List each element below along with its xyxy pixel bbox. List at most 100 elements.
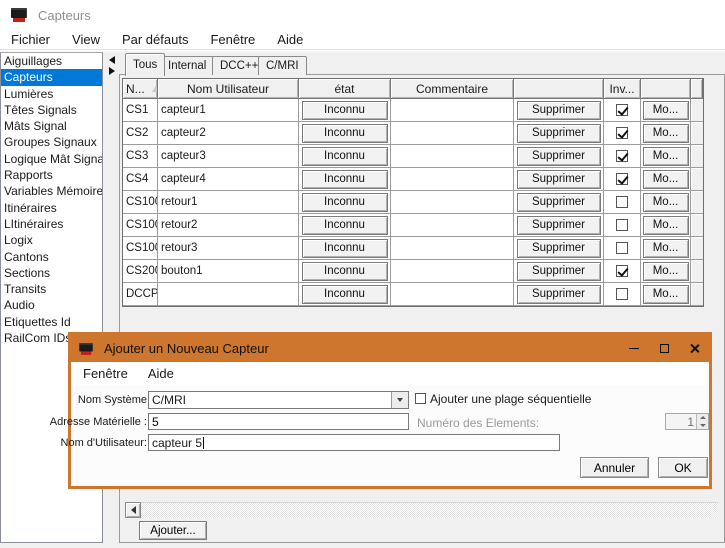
tab-tous[interactable]: Tous [125,53,165,76]
user-name-cell[interactable]: capteur2 [158,122,299,145]
sidebar-item-aiguillages[interactable]: Aiguillages [1,53,102,69]
user-name-cell[interactable]: retour3 [158,237,299,260]
col-header-state[interactable]: état [299,79,391,99]
collapse-left-icon[interactable] [109,56,115,64]
sidebar-item-cantons[interactable]: Cantons [1,249,102,265]
comment-cell[interactable] [391,214,514,237]
sidebar-item-rapports[interactable]: Rapports [1,167,102,183]
user-name-cell[interactable]: retour2 [158,214,299,237]
system-name-cell[interactable]: CS1 [123,99,158,122]
cancel-button[interactable]: Annuler [580,457,649,478]
dialog-maximize-button[interactable] [649,335,679,362]
edit-button[interactable]: Mo... [643,170,689,189]
dialog-menu-fenetre[interactable]: Fenêtre [71,364,138,383]
edit-button[interactable]: Mo... [643,262,689,281]
system-name-cell[interactable]: CS2001 [123,260,158,283]
number-of-elements-spinner[interactable]: 1 [665,413,709,430]
comment-cell[interactable] [391,122,514,145]
sidebar-item-tetes-signals[interactable]: Têtes Signals [1,102,102,118]
sidebar-item-groupes-signaux[interactable]: Groupes Signaux [1,134,102,150]
dialog-close-button[interactable] [679,335,709,362]
user-name-input[interactable]: capteur 5 [148,434,560,451]
comment-cell[interactable] [391,260,514,283]
scroll-left-button[interactable] [125,502,141,518]
edit-button[interactable]: Mo... [643,285,689,304]
inverted-checkbox[interactable] [616,219,628,231]
sidebar-item-audio[interactable]: Audio [1,297,102,313]
delete-button[interactable]: Supprimer [517,285,601,304]
sidebar-item-sections[interactable]: Sections [1,265,102,281]
sidebar-item-logix[interactable]: Logix [1,232,102,248]
hardware-address-input[interactable] [148,413,409,430]
system-name-cell[interactable]: CS4 [123,168,158,191]
user-name-cell[interactable]: bouton1 [158,260,299,283]
system-name-cell[interactable]: DCCP... [123,283,158,306]
spinner-down-icon[interactable] [697,422,708,430]
edit-button[interactable]: Mo... [643,216,689,235]
edit-button[interactable]: Mo... [643,101,689,120]
sidebar-item-litineraires[interactable]: LItinéraires [1,216,102,232]
col-header-system-name[interactable]: N... [123,79,158,99]
comment-cell[interactable] [391,99,514,122]
inverted-checkbox[interactable] [616,288,628,300]
system-name-cell[interactable]: CS1002 [123,214,158,237]
sidebar-item-logique-mat-signal[interactable]: Logique Mât Signal [1,151,102,167]
menu-fenetre[interactable]: Fenêtre [199,30,266,49]
edit-button[interactable]: Mo... [643,147,689,166]
col-header-delete[interactable] [514,79,604,99]
col-header-inverted[interactable]: Inv... [604,79,641,99]
delete-button[interactable]: Supprimer [517,147,601,166]
state-button[interactable]: Inconnu [302,262,388,281]
scrollbar-track[interactable] [141,502,718,518]
user-name-cell[interactable] [158,283,299,306]
col-header-edit[interactable] [641,79,691,99]
user-name-cell[interactable]: capteur1 [158,99,299,122]
user-name-cell[interactable]: capteur4 [158,168,299,191]
comment-cell[interactable] [391,145,514,168]
state-button[interactable]: Inconnu [302,239,388,258]
system-name-cell[interactable]: CS3 [123,145,158,168]
delete-button[interactable]: Supprimer [517,262,601,281]
menu-par-defauts[interactable]: Par défauts [111,30,200,49]
comment-cell[interactable] [391,237,514,260]
sidebar-item-itineraires[interactable]: Itinéraires [1,200,102,216]
add-sensor-button[interactable]: Ajouter... [139,521,207,540]
horizontal-scrollbar[interactable] [125,502,718,518]
sidebar-item-transits[interactable]: Transits [1,281,102,297]
delete-button[interactable]: Supprimer [517,124,601,143]
menu-aide[interactable]: Aide [266,30,314,49]
state-button[interactable]: Inconnu [302,216,388,235]
system-name-cell[interactable]: CS1003 [123,237,158,260]
sidebar-item-capteurs[interactable]: Capteurs [1,69,102,85]
comment-cell[interactable] [391,168,514,191]
sidebar-item-variables-memoires[interactable]: Variables Mémoires [1,183,102,199]
delete-button[interactable]: Supprimer [517,239,601,258]
ok-button[interactable]: OK [658,457,708,478]
edit-button[interactable]: Mo... [643,124,689,143]
col-header-comment[interactable]: Commentaire [391,79,514,99]
delete-button[interactable]: Supprimer [517,193,601,212]
dialog-menu-aide[interactable]: Aide [138,364,184,383]
edit-button[interactable]: Mo... [643,239,689,258]
inverted-checkbox[interactable] [616,196,628,208]
inverted-checkbox[interactable] [616,265,628,277]
inverted-checkbox[interactable] [616,150,628,162]
dialog-titlebar[interactable]: Ajouter un Nouveau Capteur [71,335,709,362]
user-name-cell[interactable]: capteur3 [158,145,299,168]
col-header-user-name[interactable]: Nom Utilisateur [158,79,299,99]
sidebar-item-mats-signal[interactable]: Mâts Signal [1,118,102,134]
inverted-checkbox[interactable] [616,173,628,185]
user-name-cell[interactable]: retour1 [158,191,299,214]
menu-view[interactable]: View [61,30,111,49]
system-name-cell[interactable]: CS2 [123,122,158,145]
system-name-cell[interactable]: CS1001 [123,191,158,214]
menu-fichier[interactable]: Fichier [0,30,61,49]
state-button[interactable]: Inconnu [302,170,388,189]
state-button[interactable]: Inconnu [302,124,388,143]
state-button[interactable]: Inconnu [302,193,388,212]
inverted-checkbox[interactable] [616,127,628,139]
comment-cell[interactable] [391,191,514,214]
sequential-range-checkbox[interactable] [415,393,426,404]
inverted-checkbox[interactable] [616,242,628,254]
expand-right-icon[interactable] [109,67,115,75]
